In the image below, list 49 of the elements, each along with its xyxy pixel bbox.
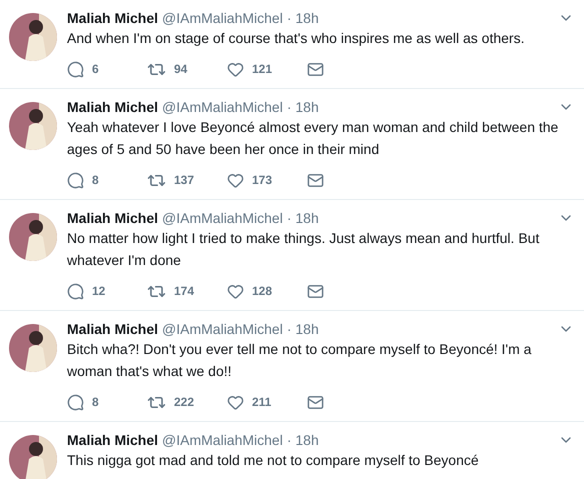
heart-icon[interactable] (227, 394, 244, 410)
like-count: 128 (252, 284, 272, 298)
retweet-count: 222 (174, 395, 194, 409)
avatar-icon[interactable] (9, 213, 57, 261)
retweet-count: 137 (174, 173, 194, 187)
tweet-time[interactable]: · 18h (286, 10, 319, 26)
retweet-count: 94 (174, 62, 188, 76)
like-count: 211 (252, 395, 272, 409)
author-handle[interactable]: @IAmMaliahMichel (162, 321, 283, 337)
tweet-text: Yeah whatever I love Beyoncé almost every man woman and child between the ages of 5 and 50 have been her once in their mind (67, 118, 560, 159)
reply-count: 8 (92, 395, 99, 409)
author-name[interactable]: Maliah Michel (67, 432, 158, 448)
like-count: 121 (252, 62, 272, 76)
author-name[interactable]: Maliah Michel (67, 99, 158, 115)
reply-icon[interactable] (67, 172, 84, 188)
author-name[interactable]: Maliah Michel (67, 210, 158, 226)
reply-icon[interactable] (67, 60, 84, 78)
heart-icon[interactable] (227, 282, 244, 300)
reply-count: 12 (92, 284, 106, 298)
tweet-text: This nigga got mad and told me not to compare myself to Beyoncé (67, 451, 480, 470)
avatar-icon[interactable] (9, 13, 57, 61)
avatar-icon[interactable] (9, 102, 57, 150)
author-handle[interactable]: @IAmMaliahMichel (162, 10, 283, 26)
avatar-icon[interactable] (9, 435, 57, 479)
tweet-text: And when I'm on stage of course that's who inspires me as well as others. (67, 29, 526, 48)
envelope-icon[interactable] (307, 394, 324, 410)
author-handle[interactable]: @IAmMaliahMichel (162, 210, 283, 226)
envelope-icon[interactable] (307, 172, 324, 188)
envelope-icon[interactable] (307, 60, 324, 78)
tweet-time[interactable]: · 18h (286, 99, 319, 115)
author-name[interactable]: Maliah Michel (67, 10, 158, 26)
reply-icon[interactable] (67, 282, 84, 300)
author-handle[interactable]: @IAmMaliahMichel (162, 432, 283, 448)
reply-count: 6 (92, 62, 99, 76)
tweet-text: Bitch wha?! Don't you ever tell me not to compare myself to Beyoncé! I'm a woman that's what we do!! (67, 340, 532, 381)
reply-count: 8 (92, 173, 99, 187)
heart-icon[interactable] (227, 60, 244, 78)
author-name[interactable]: Maliah Michel (67, 321, 158, 337)
author-handle[interactable]: @IAmMaliahMichel (162, 99, 283, 115)
tweet-text: No matter how light I tried to make things. Just always mean and hurtful. But whatever I'm done (67, 229, 540, 270)
tweet-time[interactable]: · 18h (286, 432, 319, 448)
tweet-time[interactable]: · 18h (286, 210, 319, 226)
heart-icon[interactable] (227, 172, 244, 188)
like-count: 173 (252, 173, 272, 187)
reply-icon[interactable] (67, 394, 84, 410)
tweet-time[interactable]: · 18h (286, 321, 319, 337)
envelope-icon[interactable] (307, 282, 324, 300)
avatar-icon[interactable] (9, 324, 57, 372)
retweet-count: 174 (174, 284, 194, 298)
